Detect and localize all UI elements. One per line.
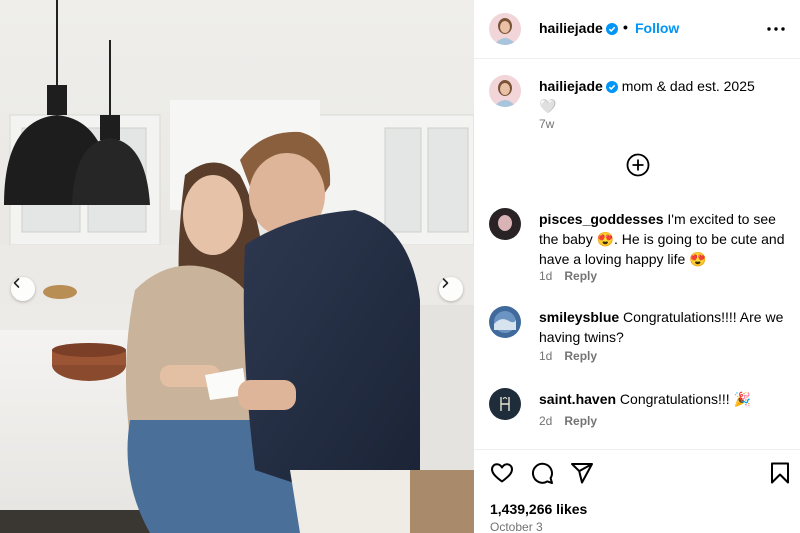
comment-username[interactable]: pisces_goddesses [539, 211, 664, 227]
comment-avatar[interactable] [489, 306, 521, 338]
caption-avatar-image [489, 75, 521, 107]
comment-meta: 1d Reply [539, 269, 597, 283]
heart-icon[interactable] [490, 461, 514, 485]
post-header: hailiejade • Follow [474, 0, 800, 58]
comment-body: Congratulations!!! 🎉 [619, 391, 751, 407]
comment-avatar-image [489, 306, 521, 338]
comment-username[interactable]: saint.haven [539, 391, 616, 407]
comment-meta: 2d Reply [539, 414, 597, 428]
post-actions-bar [474, 455, 800, 495]
post-details-pane: hailiejade • Follow hailiejade mom & dad… [474, 0, 800, 533]
comment-avatar[interactable] [489, 208, 521, 240]
comment-avatar[interactable] [489, 388, 521, 420]
author-avatar[interactable] [489, 13, 521, 45]
caption-emoji: 🤍 [539, 98, 557, 114]
post-date: October 3 [490, 520, 543, 533]
author-username-text: hailiejade [539, 20, 603, 36]
author-avatar-image [489, 13, 521, 45]
comment-icon[interactable] [530, 461, 554, 485]
reply-button[interactable]: Reply [564, 414, 597, 428]
comment-username[interactable]: smileysblue [539, 309, 619, 325]
caption-text: hailiejade mom & dad est. 2025 🤍 [539, 76, 789, 116]
comment-text: smileysblue Congratulations!!!! Are we h… [539, 307, 794, 347]
header-divider [474, 58, 800, 59]
chevron-left-icon [13, 278, 20, 288]
share-icon[interactable] [570, 461, 594, 485]
comment-timestamp[interactable]: 2d [539, 414, 552, 428]
post-photo [0, 0, 474, 533]
caption-body: mom & dad est. 2025 [621, 78, 755, 94]
verified-badge-icon [605, 81, 618, 93]
comment-meta: 1d Reply [539, 349, 597, 363]
caption-avatar[interactable] [489, 75, 521, 107]
comment-timestamp[interactable]: 1d [539, 349, 552, 363]
more-options-icon[interactable] [767, 27, 785, 31]
previous-photo-button[interactable] [11, 277, 35, 301]
author-username[interactable]: hailiejade [539, 20, 618, 36]
follow-button[interactable]: Follow [635, 20, 679, 36]
likes-count[interactable]: 1,439,266 likes [490, 501, 587, 517]
caption-timestamp[interactable]: 7w [539, 117, 554, 131]
caption-username[interactable]: hailiejade [539, 78, 603, 94]
verified-badge-icon [605, 23, 618, 35]
comment-text: pisces_goddesses I'm excited to see the … [539, 209, 794, 269]
comment-text: saint.haven Congratulations!!! 🎉 [539, 389, 794, 409]
reply-button[interactable]: Reply [564, 269, 597, 283]
comment-avatar-image [489, 388, 521, 420]
next-photo-button[interactable] [439, 277, 463, 301]
comment-avatar-image [489, 208, 521, 240]
comment-timestamp[interactable]: 1d [539, 269, 552, 283]
photo-image [0, 0, 474, 533]
plus-circle-icon[interactable] [626, 153, 650, 177]
chevron-right-icon [442, 278, 449, 288]
actions-divider [474, 449, 800, 450]
bookmark-icon[interactable] [768, 461, 792, 485]
reply-button[interactable]: Reply [564, 349, 597, 363]
header-separator: • [623, 19, 628, 35]
